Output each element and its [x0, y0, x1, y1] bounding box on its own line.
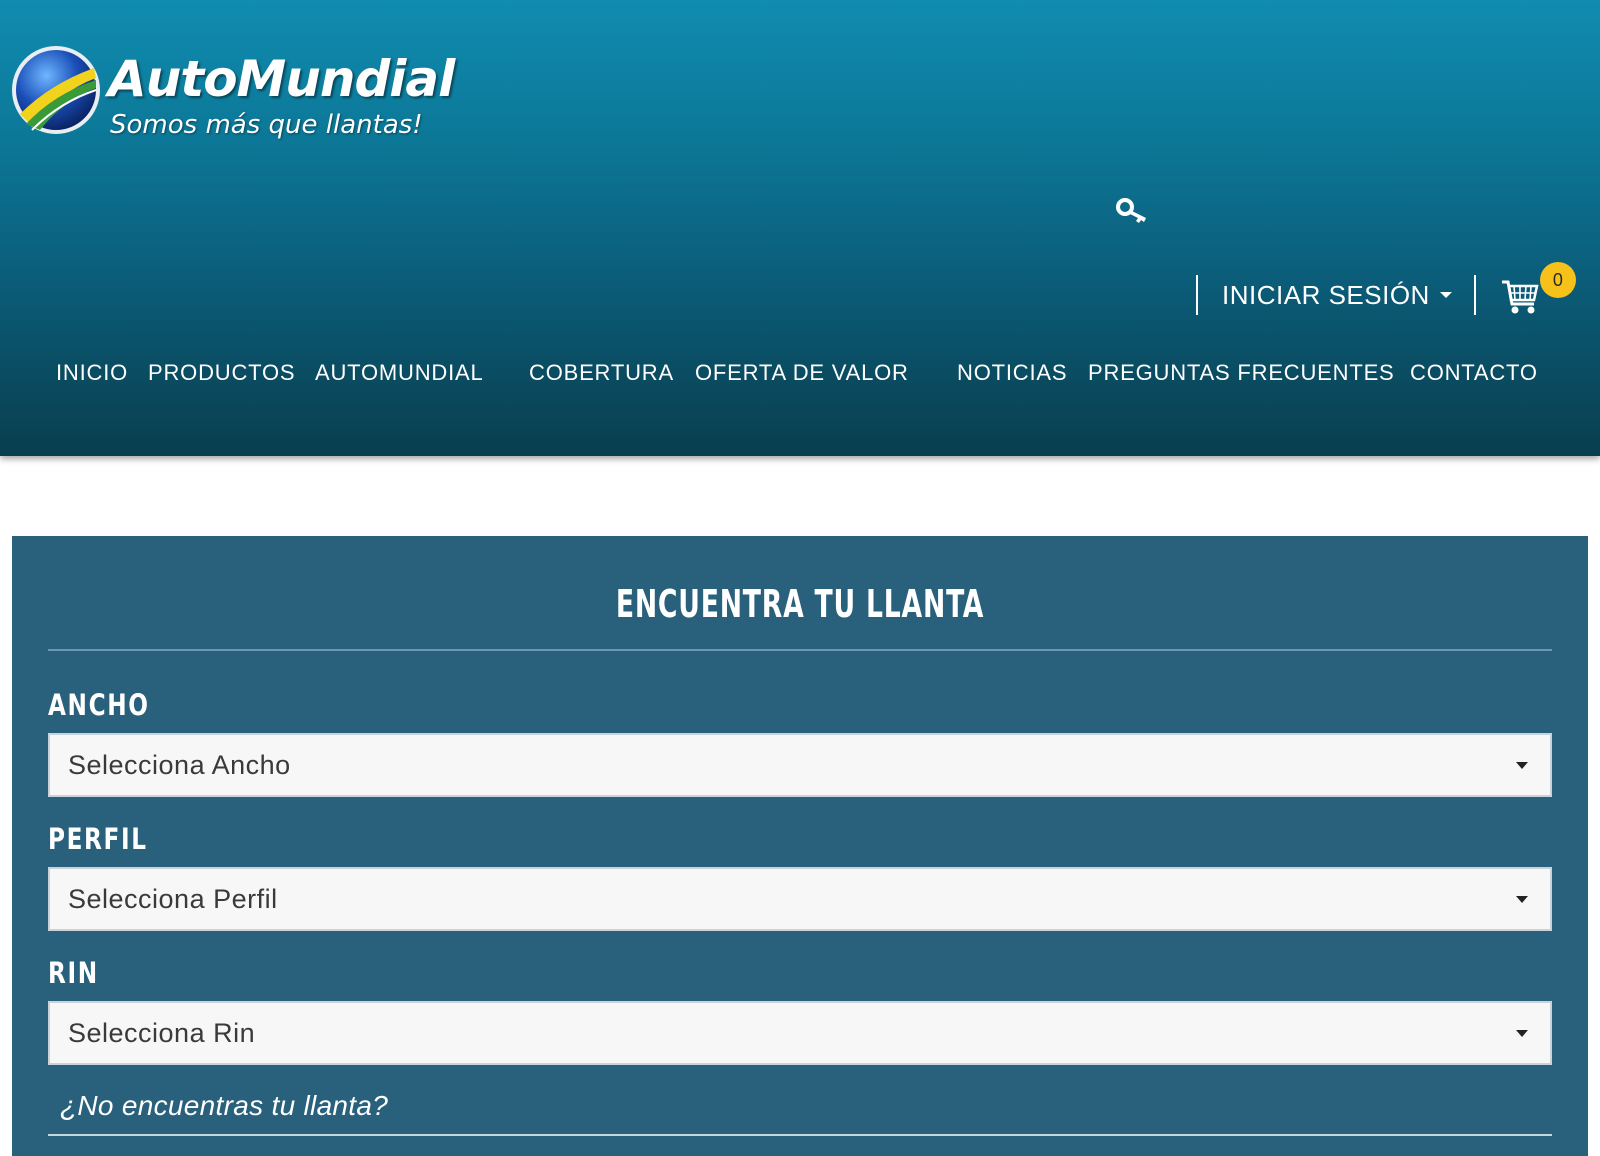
- login-label: INICIAR SESIÓN: [1222, 279, 1430, 310]
- chevron-down-icon: [1439, 292, 1452, 298]
- ancho-select[interactable]: Selecciona Ancho: [48, 733, 1552, 797]
- finder-title: Encuentra tu llanta: [615, 582, 985, 626]
- chevron-down-icon: [1516, 761, 1528, 769]
- not-found-link[interactable]: ¿No encuentras tu llanta?: [60, 1090, 388, 1122]
- nav-item-contacto[interactable]: CONTACTO: [1410, 360, 1538, 386]
- rin-select[interactable]: Selecciona Rin: [48, 1001, 1552, 1065]
- ancho-select-value: Selecciona Ancho: [68, 749, 291, 780]
- account-bar: INICIAR SESIÓN 0: [1196, 262, 1576, 318]
- tire-finder-panel: Encuentra tu llanta ANCHO Selecciona Anc…: [12, 536, 1588, 1156]
- nav-item-inicio[interactable]: INICIO: [56, 360, 128, 386]
- brand-tagline: Somos más que llantas!: [110, 110, 423, 140]
- divider: [48, 1134, 1552, 1136]
- chevron-down-icon: [1516, 895, 1528, 903]
- search-button[interactable]: [1114, 196, 1154, 228]
- perfil-select[interactable]: Selecciona Perfil: [48, 867, 1552, 931]
- perfil-label: PERFIL: [48, 822, 148, 856]
- cart-icon: [1501, 280, 1539, 314]
- nav-item-preguntas-frecuentes[interactable]: PREGUNTAS FRECUENTES: [1088, 360, 1395, 386]
- rin-select-value: Selecciona Rin: [68, 1017, 256, 1048]
- automundial-logo[interactable]: AutoMundial Somos más que llantas!: [8, 44, 455, 154]
- globe-logo-icon: [12, 46, 100, 134]
- nav-item-automundial[interactable]: AUTOMUNDIAL: [315, 360, 484, 386]
- perfil-select-value: Selecciona Perfil: [68, 883, 278, 914]
- brand-name: AutoMundial: [108, 50, 455, 108]
- nav-item-noticias[interactable]: NOTICIAS: [957, 360, 1067, 386]
- login-dropdown-button[interactable]: INICIAR SESIÓN: [1198, 280, 1474, 311]
- cart-button[interactable]: 0: [1500, 262, 1576, 318]
- search-icon: [1116, 198, 1146, 223]
- ancho-label: ANCHO: [48, 688, 150, 722]
- nav-item-cobertura[interactable]: COBERTURA: [529, 360, 674, 386]
- chevron-down-icon: [1516, 1029, 1528, 1037]
- main-nav: INICIO PRODUCTOS AUTOMUNDIAL COBERTURA O…: [0, 360, 1600, 400]
- nav-item-productos[interactable]: PRODUCTOS: [148, 360, 295, 386]
- cart-count-badge: 0: [1539, 262, 1576, 298]
- site-header: AutoMundial Somos más que llantas! INICI…: [0, 0, 1600, 456]
- divider: [1473, 275, 1476, 315]
- rin-label: RIN: [48, 956, 99, 990]
- divider: [48, 649, 1552, 651]
- nav-item-oferta-de-valor[interactable]: OFERTA DE VALOR: [695, 360, 909, 386]
